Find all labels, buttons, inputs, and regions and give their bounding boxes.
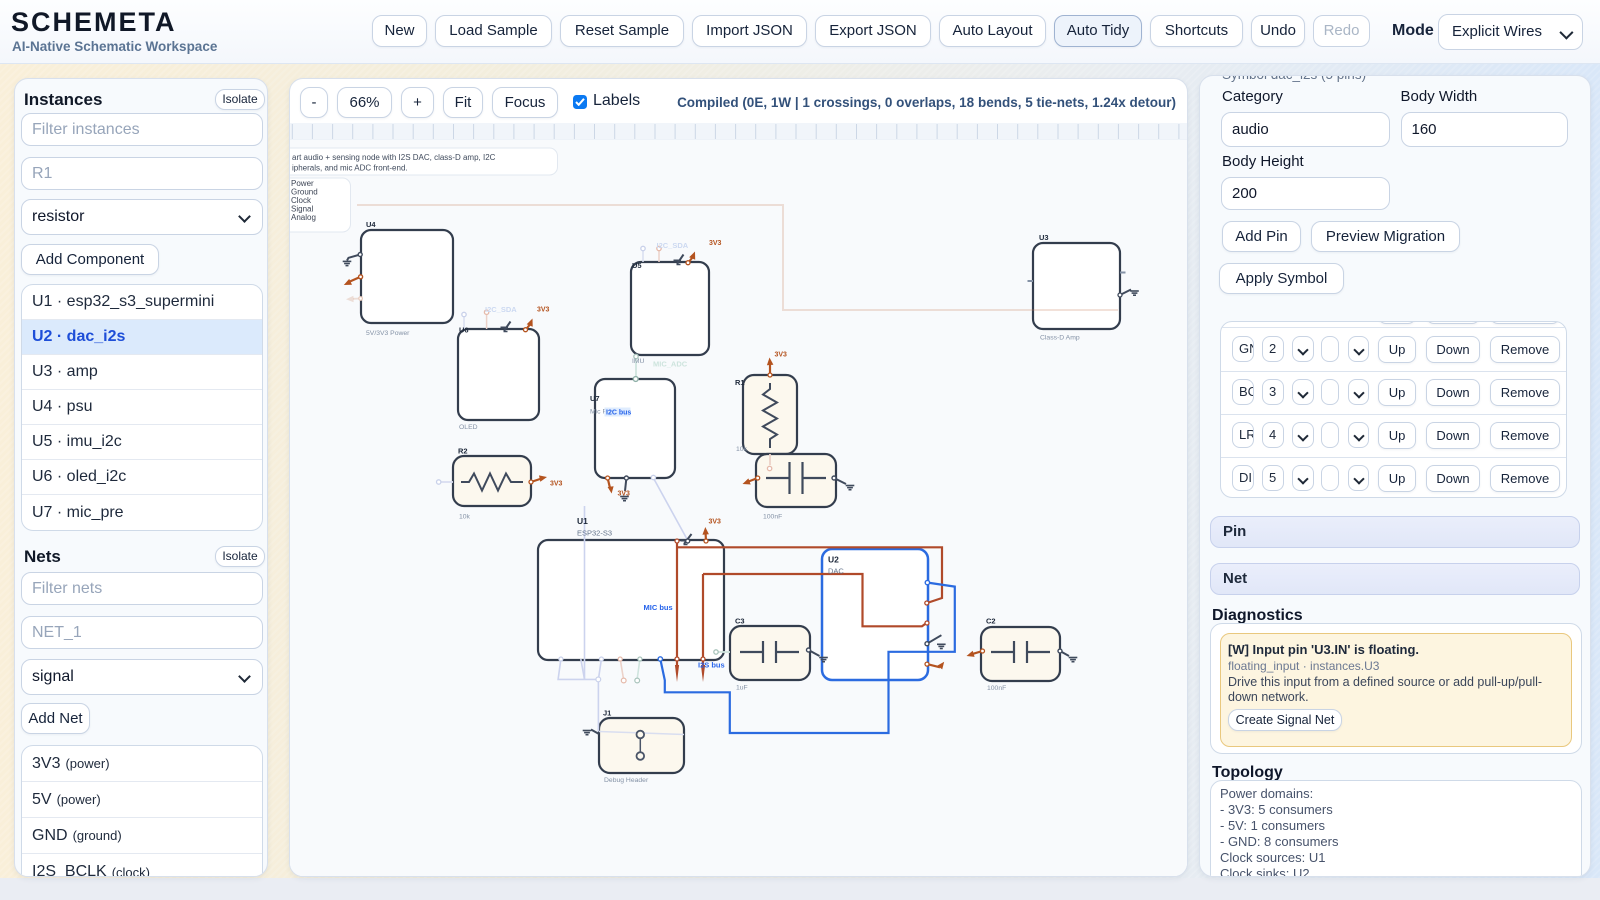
svg-text:10k: 10k [736,446,748,453]
svg-text:U7: U7 [590,394,600,403]
svg-text:100nF: 100nF [763,514,782,521]
svg-text:U5: U5 [632,261,642,270]
svg-text:MIC_ADC: MIC_ADC [653,360,688,369]
svg-text:3V3: 3V3 [550,481,563,488]
svg-text:3V3: 3V3 [537,307,550,314]
svg-text:100nF: 100nF [987,685,1006,692]
svg-text:3V3: 3V3 [709,240,722,247]
svg-text:U3: U3 [1039,233,1049,242]
svg-text:10k: 10k [459,514,471,521]
svg-text:I2S bus: I2S bus [698,661,725,670]
svg-text:IMU: IMU [632,358,645,365]
svg-text:ipherals, and mic ADC front-en: ipherals, and mic ADC front-end. [292,164,408,173]
svg-text:J1: J1 [603,709,611,718]
svg-text:C2: C2 [986,617,996,626]
svg-text:3V3: 3V3 [618,491,631,498]
svg-text:I2C_SDA: I2C_SDA [485,305,517,314]
svg-text:ESP32-S3: ESP32-S3 [577,529,612,538]
svg-text:3V3: 3V3 [775,352,788,359]
svg-text:U4: U4 [366,220,376,229]
svg-text:R2: R2 [458,447,468,456]
svg-text:1uF: 1uF [736,685,748,692]
svg-text:MIC bus: MIC bus [644,603,673,612]
svg-text:C3: C3 [735,617,745,626]
svg-text:R1: R1 [735,378,745,387]
svg-text:3V3: 3V3 [709,519,722,526]
svg-text:U2: U2 [828,555,839,565]
svg-text:art audio + sensing node with: art audio + sensing node with I2S DAC, c… [292,153,496,162]
svg-text:OLED: OLED [459,424,478,431]
svg-text:5V/3V3 Power: 5V/3V3 Power [366,330,410,337]
svg-text:U1: U1 [577,516,588,526]
svg-text:I2C bus: I2C bus [606,410,631,417]
svg-text:Debug Header: Debug Header [604,777,649,784]
svg-text:DAC: DAC [828,567,844,576]
svg-text:U6: U6 [459,326,469,335]
svg-text:Class-D Amp: Class-D Amp [1040,335,1080,342]
svg-text:I2C_SDA: I2C_SDA [657,241,689,250]
svg-text:Analog: Analog [291,213,316,222]
